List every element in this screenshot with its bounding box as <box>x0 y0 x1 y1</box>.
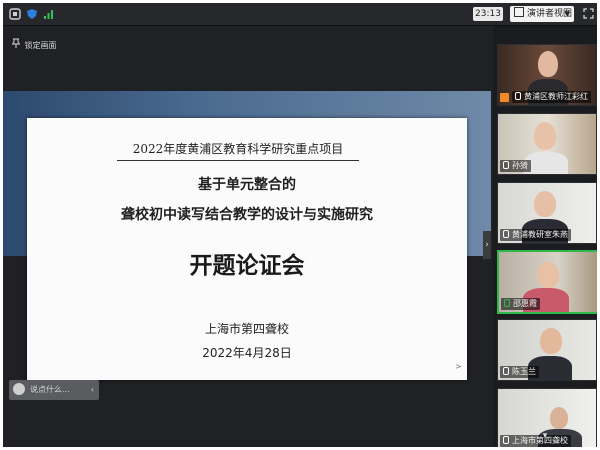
participant-face <box>534 122 556 150</box>
participant-video[interactable]: 陈玉兰 <box>497 319 597 381</box>
chevron-down-icon: ▼ <box>564 10 570 18</box>
participant-name: 孙猗 <box>500 160 531 172</box>
shield-icon[interactable] <box>26 8 38 20</box>
slide-topic-line-1: 基于单元整合的 <box>198 177 296 193</box>
scroll-down-icon[interactable]: ▾ <box>538 431 552 441</box>
meeting-window: 23:13 演讲者视图 ▼ 锁定画面 2022年度黄浦区教育科学研究重点项目 基… <box>3 3 597 447</box>
fullscreen-icon[interactable] <box>583 8 594 19</box>
participant-name: 黄浦区教师江彩红 <box>512 91 591 103</box>
participant-video[interactable]: 黄浦区教师江彩红 <box>497 44 597 106</box>
participant-name: 邵惠霞 <box>501 298 540 310</box>
participant-face <box>538 51 558 77</box>
mic-icon <box>515 92 521 100</box>
participant-name: 上海市第四聋校 <box>500 435 571 447</box>
chevron-left-icon[interactable]: ‹ <box>91 380 94 400</box>
slide-title: 开题论证会 <box>189 253 305 279</box>
host-badge-icon <box>500 93 509 102</box>
mic-icon <box>503 230 509 238</box>
participant-name: 黄浦教研室朱燕 <box>500 229 571 241</box>
slide-school: 上海市第四聋校 <box>204 322 289 336</box>
slide-topic-line-2: 聋校初中读写结合教学的设计与实施研究 <box>121 207 373 223</box>
avatar-icon <box>13 383 25 395</box>
window-icon[interactable] <box>9 8 21 20</box>
participant-video[interactable]: 孙猗 <box>497 113 597 175</box>
meeting-timer: 23:13 <box>473 7 503 21</box>
participant-name: 陈玉兰 <box>500 366 539 378</box>
signal-icon[interactable] <box>43 8 55 20</box>
mic-icon <box>503 161 509 169</box>
lock-screen-label: 锁定画面 <box>24 41 57 50</box>
slide-subtitle: 2022年度黄浦区教育科学研究重点项目 <box>117 138 359 161</box>
presentation-slide: 2022年度黄浦区教育科学研究重点项目 基于单元整合的 聋校初中读写结合教学的设… <box>27 118 467 380</box>
mic-icon <box>504 299 510 307</box>
pin-icon <box>11 38 22 53</box>
participant-video[interactable]: 黄浦教研室朱燕 <box>497 182 597 244</box>
participant-panel: 黄浦区教师江彩红 孙猗 黄浦教研室朱燕 邵惠霞 陈玉兰 上海市第四聋校 <box>493 26 597 447</box>
collapse-panel-button[interactable]: › <box>483 231 491 259</box>
mic-icon <box>503 436 509 444</box>
slide-next-icon[interactable]: > <box>455 362 462 371</box>
top-toolbar: 23:13 演讲者视图 ▼ <box>3 3 597 26</box>
mic-icon <box>503 367 509 375</box>
chat-input-placeholder: 说点什么... <box>30 385 70 394</box>
chat-input[interactable]: 说点什么... ‹ <box>9 380 99 400</box>
participant-face <box>534 191 556 217</box>
participant-video-active-speaker[interactable]: 邵惠霞 <box>497 250 597 314</box>
participant-face <box>540 328 562 354</box>
layout-icon <box>514 7 524 17</box>
slide-date: 2022年4月28日 <box>202 346 292 360</box>
lock-screen-button[interactable]: 锁定画面 <box>11 38 57 53</box>
view-mode-button[interactable]: 演讲者视图 ▼ <box>510 6 574 22</box>
participant-face <box>537 262 559 288</box>
participant-face <box>550 407 568 429</box>
screen-share-area: 锁定画面 2022年度黄浦区教育科学研究重点项目 基于单元整合的 聋校初中读写结… <box>3 26 491 447</box>
